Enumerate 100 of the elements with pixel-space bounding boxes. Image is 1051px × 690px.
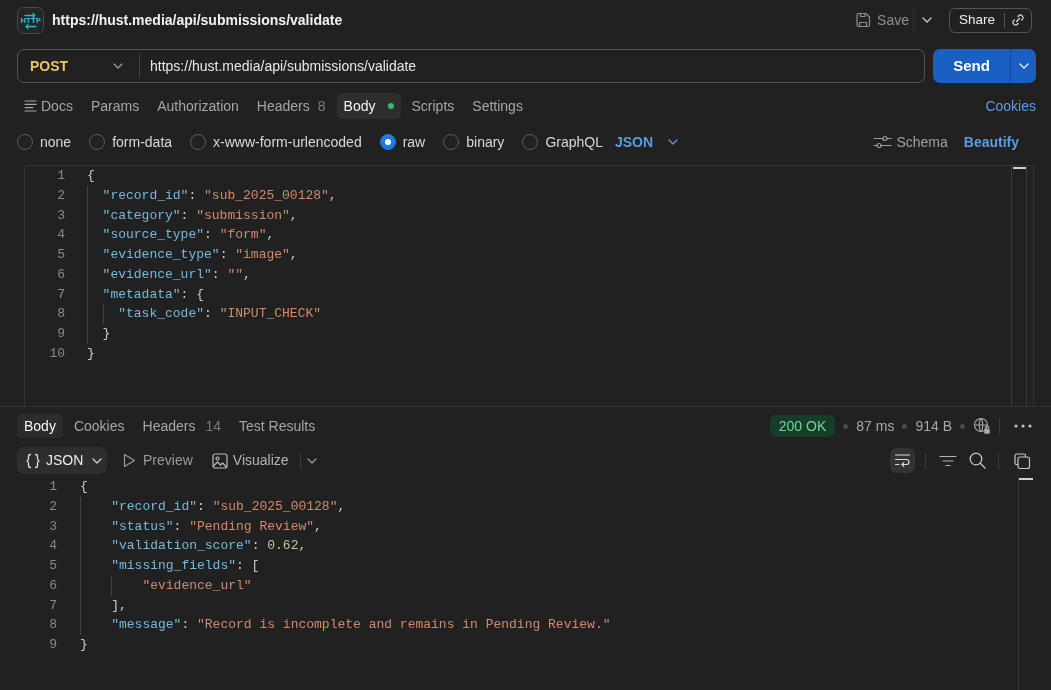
scrollbar-thumb[interactable] [1019, 478, 1033, 480]
line-number: 6 [48, 576, 57, 595]
code-line: } [102, 325, 111, 343]
response-tab[interactable]: Headers 14 [135, 414, 228, 438]
search-button[interactable] [969, 452, 986, 469]
schema-button[interactable]: Schema [873, 131, 948, 153]
code-line: "source_type": "form", [102, 226, 275, 245]
request-tab[interactable]: Scripts [404, 93, 462, 119]
globe-lock-icon [973, 417, 991, 435]
send-options-button[interactable] [1010, 49, 1036, 83]
request-tab[interactable]: Params [83, 93, 147, 119]
code-line: "category": "submission", [102, 206, 298, 225]
code-line: "metadata": { [102, 285, 204, 304]
line-number: 8 [48, 616, 57, 635]
share-button[interactable]: Share [949, 8, 1004, 32]
code-line: "evidence_url" [142, 576, 252, 595]
radio-label[interactable]: GraphQL [545, 131, 603, 153]
code-line: "task_code": "INPUT_CHECK" [118, 305, 322, 324]
request-tab[interactable]: Authorization [150, 93, 246, 119]
network-info-button[interactable] [973, 417, 991, 435]
sliders-icon [873, 135, 893, 149]
filter-icon [939, 454, 957, 467]
response-tab[interactable]: Body [17, 414, 63, 438]
chevron-down-icon [306, 457, 317, 464]
visualize-button[interactable]: Visualize [211, 450, 289, 471]
line-number: 6 [56, 265, 65, 284]
braces-icon [25, 452, 41, 469]
beautify-button[interactable]: Beautify [963, 131, 1019, 153]
chevron-down-icon [1018, 63, 1029, 69]
line-number: 2 [56, 186, 65, 205]
preview-button[interactable]: Preview [123, 450, 193, 471]
request-body-editor[interactable]: 1 { 2 "record_id": "sub_2025_00128", 3 "category": "submission", 4 "source_type": "form", 5 "evidence_type": "image", 6 "evidence_url": "", 7 "metadata": { 8 "task_code": "INPUT_CHECK" 9 } 10 } [24, 165, 1034, 406]
image-icon [211, 452, 228, 469]
status-badge: 200 OK [769, 415, 836, 437]
link-icon [1011, 13, 1025, 27]
line-number: 9 [48, 636, 57, 654]
line-number: 7 [48, 596, 57, 615]
line-number: 3 [56, 206, 65, 225]
more-icon [1014, 424, 1032, 428]
code-line: } [80, 636, 88, 654]
radio-label[interactable]: binary [466, 131, 505, 153]
line-number: 1 [48, 478, 57, 496]
code-line: ], [111, 596, 127, 615]
code-line: "status": "Pending Review", [111, 517, 322, 536]
response-tab[interactable]: Test Results [232, 414, 323, 438]
radio-label[interactable]: form-data [112, 131, 173, 153]
scrollbar-thumb[interactable] [1012, 167, 1026, 169]
line-number: 3 [48, 517, 57, 536]
copy-button[interactable] [1013, 451, 1031, 470]
line-number: 10 [48, 344, 65, 363]
cookies-link[interactable]: Cookies [985, 95, 1036, 117]
radio-label[interactable]: x-www-form-urlencoded [213, 131, 362, 153]
line-number: 4 [56, 226, 65, 245]
more-options-button[interactable] [1014, 424, 1032, 428]
code-line: } [87, 344, 95, 363]
lines-icon [24, 100, 37, 112]
radio-label[interactable]: none [40, 131, 72, 153]
request-tab[interactable]: Body [336, 93, 401, 119]
code-line: "record_id": "sub_2025_00128", [102, 186, 337, 205]
line-number: 4 [48, 537, 57, 556]
scrollbar-track[interactable] [1011, 166, 1027, 406]
search-icon [969, 452, 986, 469]
code-line: "evidence_type": "image", [102, 246, 298, 264]
send-button[interactable]: Send [933, 49, 1010, 83]
response-format-dropdown[interactable]: JSON [17, 447, 107, 474]
response-tab[interactable]: Cookies [66, 414, 132, 438]
method-dropdown[interactable]: POST [18, 50, 139, 82]
line-number: 5 [56, 246, 65, 264]
url-input[interactable]: https://hust.media/api/submissions/validate [140, 50, 924, 82]
line-number: 1 [56, 167, 65, 185]
chevron-down-icon [668, 139, 679, 145]
code-line: "message": "Record is incomplete and remains in Pending Review." [111, 616, 611, 635]
request-title: https://hust.media/api/submissions/validate [52, 10, 343, 30]
response-time: 87 ms [856, 416, 895, 436]
chevron-down-icon [113, 63, 123, 69]
line-wrap-button[interactable] [890, 448, 915, 473]
code-line: "validation_score": 0.62, [111, 537, 307, 556]
radio-button[interactable] [379, 134, 396, 150]
code-line: "evidence_url": "", [102, 265, 251, 284]
line-number: 9 [56, 325, 65, 343]
text-wrap-icon [894, 453, 911, 468]
line-number: 7 [56, 285, 65, 304]
request-tab[interactable]: Docs [17, 93, 80, 119]
filter-button[interactable] [939, 454, 957, 467]
request-tab[interactable]: Headers 8 [249, 93, 333, 119]
save-button[interactable]: Save [855, 7, 909, 33]
radio-label[interactable]: raw [402, 131, 426, 153]
code-line: { [80, 478, 88, 496]
scrollbar-track[interactable] [1018, 477, 1033, 690]
copy-icon [1013, 451, 1031, 470]
code-line: "record_id": "sub_2025_00128", [111, 497, 346, 516]
request-tab[interactable]: Settings [465, 93, 530, 119]
chevron-down-icon [92, 457, 103, 464]
line-number: 8 [56, 305, 65, 324]
chevron-down-icon [921, 17, 932, 23]
code-line: { [87, 167, 95, 185]
visualize-options-button[interactable] [306, 457, 317, 464]
response-size: 914 B [915, 416, 952, 436]
code-line: "missing_fields": [ [111, 557, 260, 575]
format-dropdown[interactable]: JSON [614, 131, 679, 153]
